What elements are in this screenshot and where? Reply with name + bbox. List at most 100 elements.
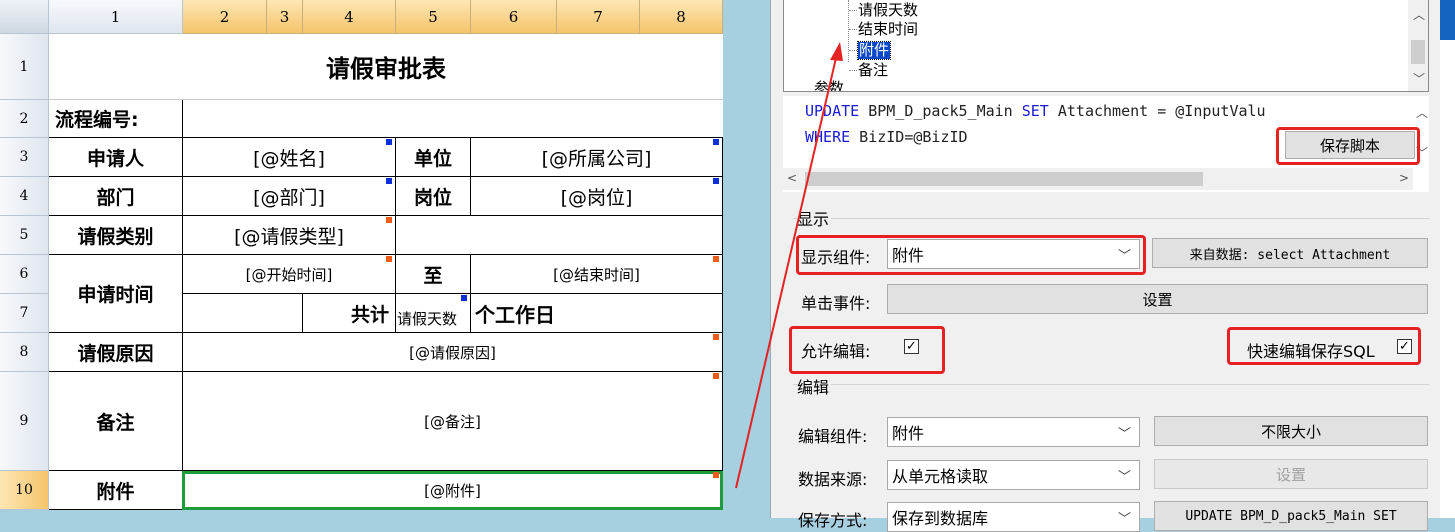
chevron-down-icon[interactable]: ﹀: [1118, 423, 1131, 442]
row-header-7[interactable]: 7: [0, 294, 49, 333]
annotation-box: [796, 235, 1146, 275]
row-header-6[interactable]: 6: [0, 255, 49, 294]
field-marker: [386, 178, 392, 184]
source-data-button[interactable]: 来自数据: select Attachment: [1152, 238, 1428, 268]
save-method-value: 保存到数据库: [892, 509, 989, 528]
tree-item-end-time[interactable]: 结束时间: [858, 21, 918, 38]
department-value[interactable]: [@部门]: [183, 177, 396, 216]
leave-days-value[interactable]: 请假天数: [396, 294, 471, 333]
workday-label[interactable]: 个工作日: [471, 294, 723, 333]
attachment-label[interactable]: 附件: [49, 471, 183, 510]
display-group-title: 显示: [797, 206, 832, 230]
column-header-7[interactable]: 7: [557, 0, 640, 34]
size-limit-button[interactable]: 不限大小: [1154, 416, 1428, 446]
flow-number-label[interactable]: 流程编号:: [49, 100, 183, 138]
form-title[interactable]: 请假审批表: [49, 34, 723, 100]
selected-cell-outline: [182, 471, 723, 510]
field-marker: [713, 334, 719, 340]
annotation-box: [1227, 327, 1421, 365]
right-edge-strip: [1440, 0, 1455, 518]
reason-label[interactable]: 请假原因: [49, 333, 183, 372]
column-header-2[interactable]: 2: [183, 0, 267, 34]
field-marker: [386, 139, 392, 145]
select-all-corner[interactable]: [0, 0, 49, 34]
save-method-label: 保存方式:: [798, 511, 868, 530]
data-source-value: 从单元格读取: [892, 467, 989, 486]
property-panel: 请假天数 结束时间 附件 备注 参数 ︿ ﹀ UPDATE BPM_D_pack…: [770, 0, 1440, 532]
flow-number-value[interactable]: [183, 100, 723, 138]
click-event-setup-button[interactable]: 设置: [887, 284, 1428, 314]
column-header-1[interactable]: 1: [49, 0, 183, 34]
edit-component-value: 附件: [892, 424, 925, 443]
days-blank[interactable]: [183, 294, 303, 333]
tree-scroll-thumb[interactable]: [1411, 40, 1425, 64]
spreadsheet: 1 2 3 4 5 6 7 8 1 2 3 4 5 6 7 8 9 10 请假审…: [0, 0, 770, 518]
editor-hscroll-thumb[interactable]: [805, 172, 1203, 186]
note-label[interactable]: 备注: [49, 372, 183, 471]
row-header-5[interactable]: 5: [0, 216, 49, 255]
to-label[interactable]: 至: [396, 255, 471, 294]
scroll-up-icon[interactable]: ︿: [1416, 104, 1428, 121]
data-source-setup-button[interactable]: 设置: [1154, 459, 1428, 489]
chevron-down-icon[interactable]: ﹀: [1118, 466, 1131, 485]
apply-time-label[interactable]: 申请时间: [49, 255, 183, 333]
leave-type-blank[interactable]: [396, 216, 723, 255]
tree-item-leave-days[interactable]: 请假天数: [858, 2, 918, 19]
column-header-6[interactable]: 6: [471, 0, 557, 34]
column-header-3[interactable]: 3: [267, 0, 303, 34]
edge-accent: [1440, 0, 1455, 40]
applicant-value[interactable]: [@姓名]: [183, 138, 396, 177]
total-label[interactable]: 共计: [303, 294, 396, 333]
department-label[interactable]: 部门: [49, 177, 183, 216]
tree-scrollbar[interactable]: ︿ ﹀: [1408, 0, 1428, 91]
reason-value[interactable]: [@请假原因]: [183, 333, 723, 372]
row-header-4[interactable]: 4: [0, 177, 49, 216]
display-group-line: [793, 218, 1429, 219]
end-time-value[interactable]: [@结束时间]: [471, 255, 723, 294]
row-header-8[interactable]: 8: [0, 333, 49, 372]
edit-component-select[interactable]: 附件 ﹀: [887, 417, 1140, 447]
field-marker: [386, 256, 392, 262]
annotation-box: [789, 326, 945, 374]
field-marker: [713, 472, 719, 478]
row-header-9[interactable]: 9: [0, 372, 49, 471]
data-source-select[interactable]: 从单元格读取 ﹀: [887, 460, 1140, 490]
tree-guide: [849, 10, 857, 11]
tree-item-params[interactable]: 参数: [814, 80, 844, 92]
column-header-8[interactable]: 8: [640, 0, 723, 34]
tree-item-attachment[interactable]: 附件: [856, 41, 892, 60]
scroll-left-icon[interactable]: <: [787, 171, 797, 185]
start-time-value[interactable]: [@开始时间]: [183, 255, 396, 294]
post-value[interactable]: [@岗位]: [471, 177, 723, 216]
post-label[interactable]: 岗位: [396, 177, 471, 216]
field-marker: [386, 217, 392, 223]
tree-guide: [849, 29, 857, 30]
unit-value[interactable]: [@所属公司]: [471, 138, 723, 177]
save-sql-button[interactable]: UPDATE BPM_D_pack5_Main SET: [1154, 501, 1428, 531]
save-method-select[interactable]: 保存到数据库 ﹀: [887, 502, 1140, 532]
row-header-1[interactable]: 1: [0, 34, 49, 100]
field-marker: [461, 295, 467, 301]
scroll-down-icon[interactable]: ﹀: [1413, 70, 1425, 87]
edit-group-line: [793, 384, 1429, 385]
unit-label[interactable]: 单位: [396, 138, 471, 177]
applicant-label[interactable]: 申请人: [49, 138, 183, 177]
edit-group-title: 编辑: [797, 374, 832, 398]
field-marker: [713, 139, 719, 145]
scroll-up-icon[interactable]: ︿: [1413, 6, 1425, 23]
row-header-2[interactable]: 2: [0, 100, 49, 138]
column-header-5[interactable]: 5: [396, 0, 471, 34]
sql-line-1: UPDATE BPM_D_pack5_Main SET Attachment =…: [805, 102, 1266, 120]
leave-type-label[interactable]: 请假类别: [49, 216, 183, 255]
column-header-4[interactable]: 4: [303, 0, 396, 34]
editor-hscroll[interactable]: < >: [783, 168, 1413, 190]
sql-line-2: WHERE BizID=@BizID: [805, 128, 968, 146]
tree-item-note[interactable]: 备注: [858, 62, 888, 79]
note-value[interactable]: [@备注]: [183, 372, 723, 471]
row-header-10[interactable]: 10: [0, 471, 49, 510]
row-header-3[interactable]: 3: [0, 138, 49, 177]
data-source-label: 数据来源:: [798, 470, 868, 489]
leave-type-value[interactable]: [@请假类型]: [183, 216, 396, 255]
field-tree[interactable]: 请假天数 结束时间 附件 备注 参数 ︿ ﹀: [783, 0, 1429, 92]
scroll-right-icon[interactable]: >: [1399, 171, 1409, 185]
